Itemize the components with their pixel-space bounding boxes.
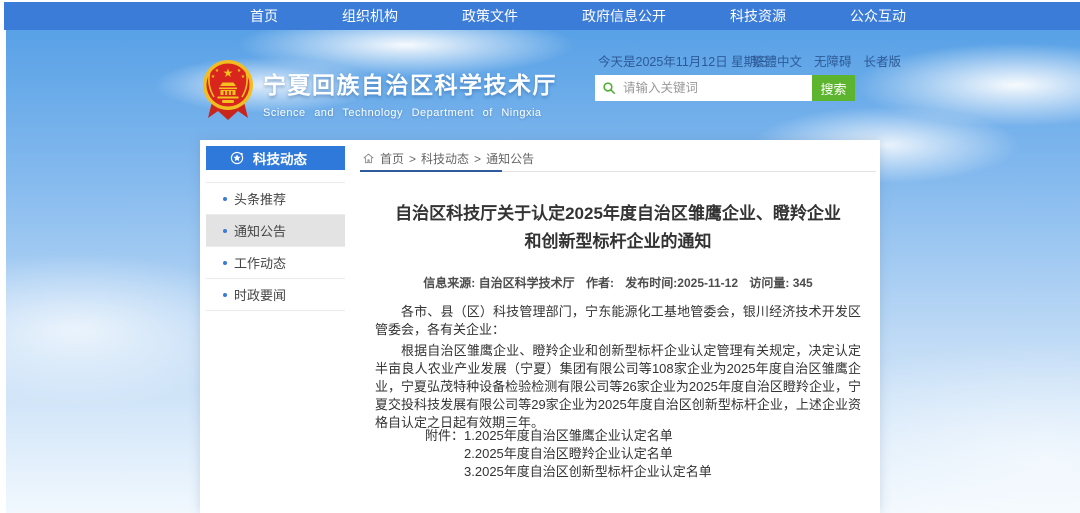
sidebar-item-headlines[interactable]: 头条推荐 — [206, 182, 345, 215]
svg-text:★: ★ — [211, 74, 216, 80]
meta-views: 访问量: 345 — [749, 276, 812, 290]
site-title: 宁夏回族自治区科学技术厅 — [263, 66, 557, 100]
attachments-block: 附件： 1.2025年度自治区雏鹰企业认定名单 2.2025年度自治区瞪羚企业认… — [425, 427, 712, 481]
bullet-dot-icon — [223, 229, 227, 233]
sidebar-item-notices[interactable]: 通知公告 — [206, 215, 345, 247]
bullet-dot-icon — [223, 293, 227, 297]
breadcrumb-divider-accent — [360, 170, 502, 172]
attachments-list: 1.2025年度自治区雏鹰企业认定名单 2.2025年度自治区瞪羚企业认定名单 … — [464, 427, 712, 481]
article-title-line1: 自治区科技厅关于认定2025年度自治区雏鹰企业、瞪羚企业 — [360, 200, 876, 228]
bullet-dot-icon — [223, 261, 227, 265]
svg-text:★: ★ — [241, 74, 246, 80]
star-circle-icon — [230, 151, 244, 165]
site-subtitle: Science and Technology Department of Nin… — [263, 107, 557, 119]
sidebar-item-label: 通知公告 — [234, 221, 286, 240]
article-body: 各市、县（区）科技管理部门，宁东能源化工基地管委会，银川经济技术开发区管委会，各… — [375, 303, 861, 432]
meta-publish-time: 发布时间:2025-11-12 — [625, 276, 738, 290]
meta-author: 作者: — [586, 276, 614, 290]
attachment-link[interactable]: 3.2025年度自治区创新型标杆企业认定名单 — [464, 463, 712, 481]
breadcrumb-separator: > — [409, 152, 416, 166]
article-title: 自治区科技厅关于认定2025年度自治区雏鹰企业、瞪羚企业 和创新型标杆企业的通知 — [360, 200, 876, 256]
nav-item-policy[interactable]: 政策文件 — [462, 6, 518, 26]
sidebar-header-tech-news[interactable]: 科技动态 — [206, 146, 345, 170]
link-traditional-chinese[interactable]: 繁體中文 — [752, 51, 802, 70]
attachment-link[interactable]: 2.2025年度自治区瞪羚企业认定名单 — [464, 445, 712, 463]
content-panel: 科技动态 头条推荐 通知公告 工作动态 时政要闻 — [200, 140, 880, 513]
national-emblem-logo[interactable]: ★ ★ ★ ★ ★ — [202, 58, 254, 124]
nav-item-tech-resources[interactable]: 科技资源 — [730, 6, 786, 26]
nav-item-home[interactable]: 首页 — [250, 6, 278, 26]
search-input[interactable] — [595, 75, 812, 101]
nav-item-organization[interactable]: 组织机构 — [342, 6, 398, 26]
sidebar-item-current-politics[interactable]: 时政要闻 — [206, 279, 345, 311]
breadcrumb-notices[interactable]: 通知公告 — [486, 150, 534, 167]
attachments-label: 附件： — [425, 427, 464, 481]
search-bar: 搜索 — [595, 75, 855, 101]
svg-text:★: ★ — [215, 68, 220, 74]
quick-links: 繁體中文 无障碍 长者版 — [752, 51, 901, 70]
article-meta: 信息来源: 自治区科学技术厅 作者: 发布时间:2025-11-12 访问量: … — [360, 274, 876, 291]
article-paragraph: 各市、县（区）科技管理部门，宁东能源化工基地管委会，银川经济技术开发区管委会，各… — [375, 303, 861, 339]
article-title-line2: 和创新型标杆企业的通知 — [360, 228, 876, 256]
nav-item-gov-info[interactable]: 政府信息公开 — [582, 6, 666, 26]
main-content: 首页 > 科技动态 > 通知公告 自治区科技厅关于认定2025年度自治区雏鹰企业… — [360, 140, 876, 513]
sidebar-item-label: 头条推荐 — [234, 189, 286, 208]
breadcrumb: 首页 > 科技动态 > 通知公告 — [362, 150, 534, 167]
sidebar-item-label: 工作动态 — [234, 253, 286, 272]
article-paragraph: 根据自治区雏鹰企业、瞪羚企业和创新型标杆企业认定管理有关规定，决定认定半亩良人农… — [375, 342, 861, 432]
svg-text:★: ★ — [223, 66, 234, 80]
today-date: 今天是2025年11月12日 星期三 — [598, 51, 769, 70]
link-elder-version[interactable]: 长者版 — [864, 51, 902, 70]
site-title-block[interactable]: 宁夏回族自治区科学技术厅 Science and Technology Depa… — [263, 66, 557, 119]
sidebar-item-work-news[interactable]: 工作动态 — [206, 247, 345, 279]
sidebar-menu: 头条推荐 通知公告 工作动态 时政要闻 — [206, 182, 345, 311]
attachment-link[interactable]: 1.2025年度自治区雏鹰企业认定名单 — [464, 427, 712, 445]
sidebar-item-label: 时政要闻 — [234, 285, 286, 304]
breadcrumb-home[interactable]: 首页 — [380, 150, 404, 167]
bullet-dot-icon — [223, 197, 227, 201]
meta-source: 信息来源: 自治区科学技术厅 — [423, 276, 574, 290]
search-input-wrap — [595, 75, 812, 101]
sidebar: 科技动态 头条推荐 通知公告 工作动态 时政要闻 — [206, 146, 345, 311]
link-accessibility[interactable]: 无障碍 — [814, 51, 852, 70]
emblem-icon: ★ ★ ★ ★ ★ — [202, 58, 254, 124]
nav-item-public-interaction[interactable]: 公众互动 — [850, 6, 906, 26]
top-nav: 首页 组织机构 政策文件 政府信息公开 科技资源 公众互动 — [4, 2, 1080, 30]
search-button[interactable]: 搜索 — [812, 75, 855, 101]
breadcrumb-tech-news[interactable]: 科技动态 — [421, 150, 469, 167]
breadcrumb-separator: > — [474, 152, 481, 166]
home-icon — [362, 152, 375, 165]
sidebar-title: 科技动态 — [253, 148, 307, 168]
